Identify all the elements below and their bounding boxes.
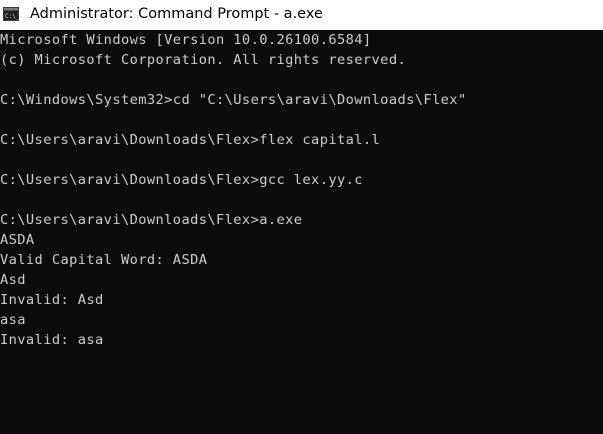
cmd-icon: C:\_ — [3, 7, 19, 21]
window-title: Administrator: Command Prompt - a.exe — [30, 6, 323, 22]
console-line: C:\Users\aravi\Downloads\Flex>a.exe — [0, 212, 303, 228]
console-line: asa — [0, 312, 26, 328]
title-bar[interactable]: C:\_ Administrator: Command Prompt - a.e… — [0, 0, 603, 30]
console-line: ASDA — [0, 232, 35, 248]
console-line: C:\Users\aravi\Downloads\Flex>gcc lex.yy… — [0, 172, 363, 188]
console-line: C:\Users\aravi\Downloads\Flex>flex capit… — [0, 132, 381, 148]
command-prompt-window: C:\_ Administrator: Command Prompt - a.e… — [0, 0, 603, 434]
console-line: Microsoft Windows [Version 10.0.26100.65… — [0, 32, 372, 48]
svg-text:C:\_: C:\_ — [5, 13, 19, 20]
console-line: (c) Microsoft Corporation. All rights re… — [0, 52, 407, 68]
console-line: C:\Windows\System32>cd "C:\Users\aravi\D… — [0, 92, 467, 108]
console-line: Valid Capital Word: ASDA — [0, 252, 208, 268]
console-line: Invalid: Asd — [0, 292, 104, 308]
console-output[interactable]: Microsoft Windows [Version 10.0.26100.65… — [0, 30, 603, 434]
console-line: Asd — [0, 272, 26, 288]
console-line: Invalid: asa — [0, 332, 104, 348]
